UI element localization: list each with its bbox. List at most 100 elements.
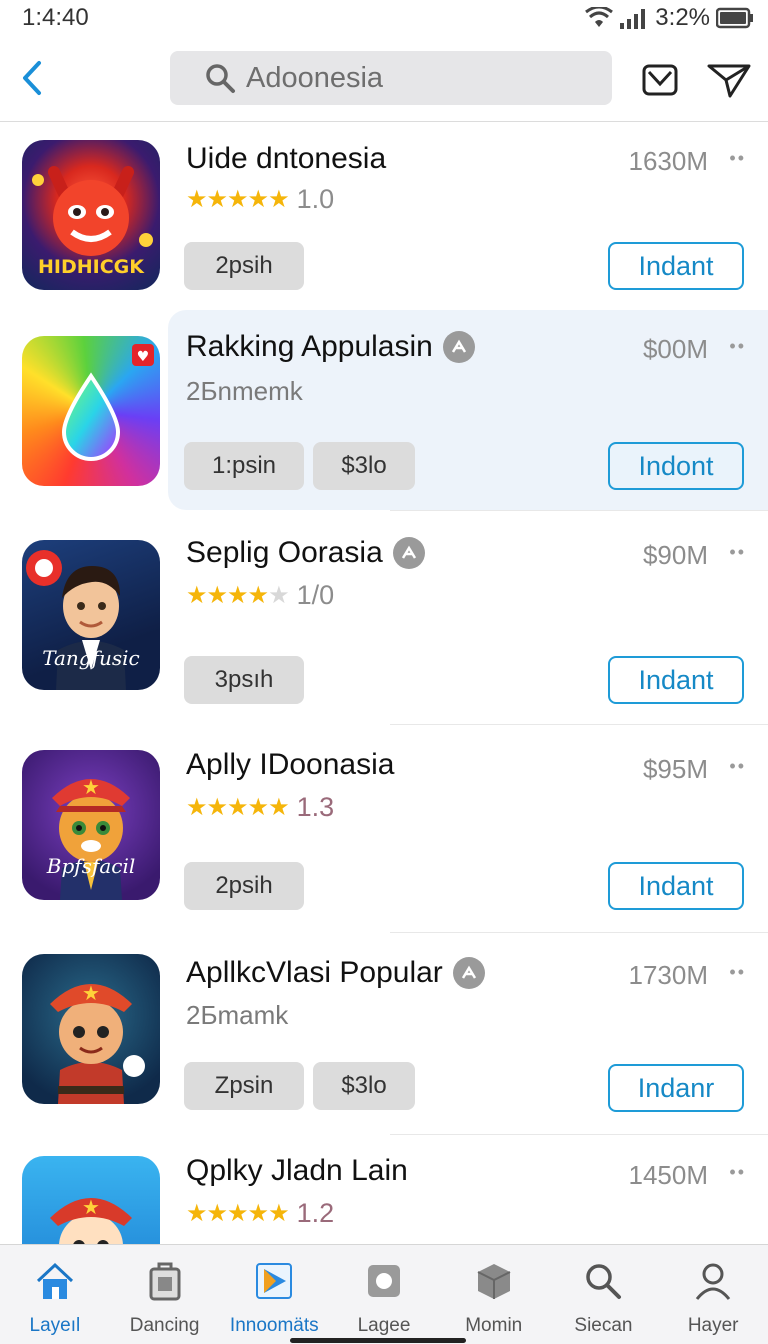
app-row[interactable]: Tangfusic Seplig Oorasia $90M •• ★★★★★ 1… bbox=[0, 510, 768, 724]
verified-badge-icon bbox=[452, 957, 485, 989]
icon-caption: Bpfsfacil bbox=[46, 854, 136, 878]
bag-icon bbox=[145, 1261, 185, 1301]
app-name: ApllkcVlasi Popular bbox=[186, 956, 485, 990]
icon-caption: HIDHICGK bbox=[38, 256, 144, 278]
app-row[interactable]: ★ Bpfsfacil Aplly IDoonasia $95M •• ★★★★… bbox=[0, 724, 768, 932]
more-options-button[interactable]: •• bbox=[729, 148, 746, 169]
nav-label: Innoomäts bbox=[229, 1315, 319, 1336]
app-size: $90M bbox=[642, 540, 708, 570]
status-bar: 1:4:40 3:2% bbox=[0, 0, 768, 34]
app-name: Aplly IDoonasia bbox=[186, 748, 394, 782]
install-button[interactable]: Indant bbox=[608, 656, 744, 704]
rating: ★★★★★ 1.0 bbox=[186, 184, 334, 215]
app-icon-businessman: Tangfusic bbox=[22, 540, 160, 690]
send-button[interactable] bbox=[706, 60, 752, 100]
app-row[interactable]: ★ Qplky Jladn Lain 1450M •• ★★★★★ 1.2 bbox=[0, 1134, 768, 1244]
rating-value: 1/0 bbox=[296, 580, 335, 610]
row-divider bbox=[390, 724, 768, 725]
search-input[interactable]: Adoonesia bbox=[170, 51, 612, 105]
app-subtitle: 2Бnmemk bbox=[186, 376, 303, 406]
app-name-text: Uide dntonesia bbox=[186, 142, 387, 175]
more-options-button[interactable]: •• bbox=[729, 542, 746, 563]
app-name: Uide dntonesia bbox=[186, 142, 386, 176]
nav-label: Hayer bbox=[687, 1315, 739, 1336]
more-options-button[interactable]: •• bbox=[729, 1162, 746, 1183]
install-button[interactable]: Indant bbox=[608, 862, 744, 910]
tag-chip[interactable]: Zpsin bbox=[184, 1062, 304, 1110]
app-size: $95M bbox=[642, 754, 708, 784]
top-bar: Adoonesia bbox=[0, 40, 768, 122]
app-size: 1630M bbox=[628, 146, 709, 176]
nav-item-dancing[interactable]: Dancing bbox=[110, 1245, 220, 1344]
nav-item-layeil[interactable]: Layeıl bbox=[0, 1245, 110, 1344]
tile-icon bbox=[364, 1261, 404, 1301]
nav-label: Layeıl bbox=[29, 1315, 81, 1336]
rating-value: 1.0 bbox=[296, 184, 335, 214]
icon-caption: Tangfusic bbox=[42, 646, 140, 670]
tag-chip[interactable]: 1:psin bbox=[184, 442, 304, 490]
install-button[interactable]: Indant bbox=[608, 242, 744, 290]
app-name-text: Aplly IDoonasia bbox=[186, 748, 395, 781]
user-icon bbox=[693, 1261, 733, 1301]
box-icon bbox=[474, 1261, 514, 1301]
rating: ★★★★★ 1.3 bbox=[186, 792, 334, 823]
star-rating-icon: ★★★★★ bbox=[186, 186, 290, 213]
app-name: Qplky Jladn Lain bbox=[186, 1154, 408, 1188]
tag-chip[interactable]: 2psih bbox=[184, 862, 304, 910]
status-indicators: 3:2% bbox=[585, 4, 754, 32]
row-divider bbox=[390, 1134, 768, 1135]
verified-badge-icon bbox=[442, 331, 475, 363]
app-icon-cat-blue: ★ bbox=[22, 1156, 160, 1244]
app-row[interactable]: HIDHICGK Uide dntonesia 1630M •• ★★★★★ 1… bbox=[0, 122, 768, 310]
nav-item-siecan[interactable]: Siecan bbox=[549, 1245, 659, 1344]
app-name-text: ApllkcVlasi Popular bbox=[186, 956, 443, 989]
svg-text:♥: ♥ bbox=[137, 349, 150, 365]
app-name: Seplig Oorasia bbox=[186, 536, 425, 570]
chevron-left-icon bbox=[23, 61, 41, 95]
nav-item-momin[interactable]: Momin bbox=[439, 1245, 549, 1344]
more-options-button[interactable]: •• bbox=[729, 962, 746, 983]
search-icon bbox=[583, 1261, 623, 1301]
app-icon-devil-game: HIDHICGK bbox=[22, 140, 160, 290]
app-row[interactable]: ★ ApllkcVlasi Popular 1730M •• 2Бmamk Zp… bbox=[0, 932, 768, 1134]
home-indicator[interactable] bbox=[290, 1338, 466, 1343]
inbox-button[interactable] bbox=[640, 60, 680, 100]
app-row[interactable]: ♥ Rakking Appulasin $00M •• 2Бnmemk 1:ps… bbox=[0, 310, 768, 510]
bottom-navigation: Layeıl Dancing Innoomäts Lagee Momin Sie… bbox=[0, 1244, 768, 1344]
more-options-button[interactable]: •• bbox=[729, 336, 746, 357]
app-name-text: Qplky Jladn Lain bbox=[186, 1154, 408, 1187]
rating: ★★★★★ 1/0 bbox=[186, 580, 334, 611]
tag-chip[interactable]: 2psih bbox=[184, 242, 304, 290]
tag-chip[interactable]: 3psıh bbox=[184, 656, 304, 704]
svg-text:★: ★ bbox=[82, 775, 100, 799]
row-divider bbox=[390, 510, 768, 511]
play-store-icon bbox=[254, 1261, 294, 1301]
install-button[interactable]: Indanr bbox=[608, 1064, 744, 1112]
nav-item-hayer[interactable]: Hayer bbox=[658, 1245, 768, 1344]
nav-label: Dancing bbox=[129, 1315, 200, 1336]
tag-chip[interactable]: $3lo bbox=[313, 1062, 415, 1110]
nav-item-innoomats[interactable]: Innoomäts bbox=[219, 1245, 329, 1344]
svg-text:★: ★ bbox=[82, 981, 100, 1005]
back-button[interactable] bbox=[14, 56, 50, 100]
rating: ★★★★★ 1.2 bbox=[186, 1198, 334, 1229]
mail-icon bbox=[642, 64, 678, 96]
app-size: 1730M bbox=[628, 960, 709, 990]
app-size: 1450M bbox=[628, 1160, 709, 1190]
battery-icon bbox=[716, 7, 753, 29]
wifi-icon bbox=[585, 7, 614, 27]
rating-value: 1.3 bbox=[296, 792, 335, 822]
nav-label: Momin bbox=[465, 1315, 523, 1336]
search-query: Adoonesia bbox=[246, 61, 384, 94]
app-name: Rakking Appulasin bbox=[186, 330, 475, 364]
verified-badge-icon bbox=[392, 537, 425, 569]
app-icon-cat-character: ★ bbox=[22, 954, 160, 1104]
more-options-button[interactable]: •• bbox=[729, 756, 746, 777]
send-icon bbox=[707, 64, 751, 98]
app-name-text: Seplig Oorasia bbox=[186, 536, 383, 569]
nav-item-lagee[interactable]: Lagee bbox=[329, 1245, 439, 1344]
app-name-text: Rakking Appulasin bbox=[186, 330, 433, 363]
install-button[interactable]: Indont bbox=[608, 442, 744, 490]
tag-chip[interactable]: $3lo bbox=[313, 442, 415, 490]
app-subtitle: 2Бmamk bbox=[186, 1000, 289, 1030]
